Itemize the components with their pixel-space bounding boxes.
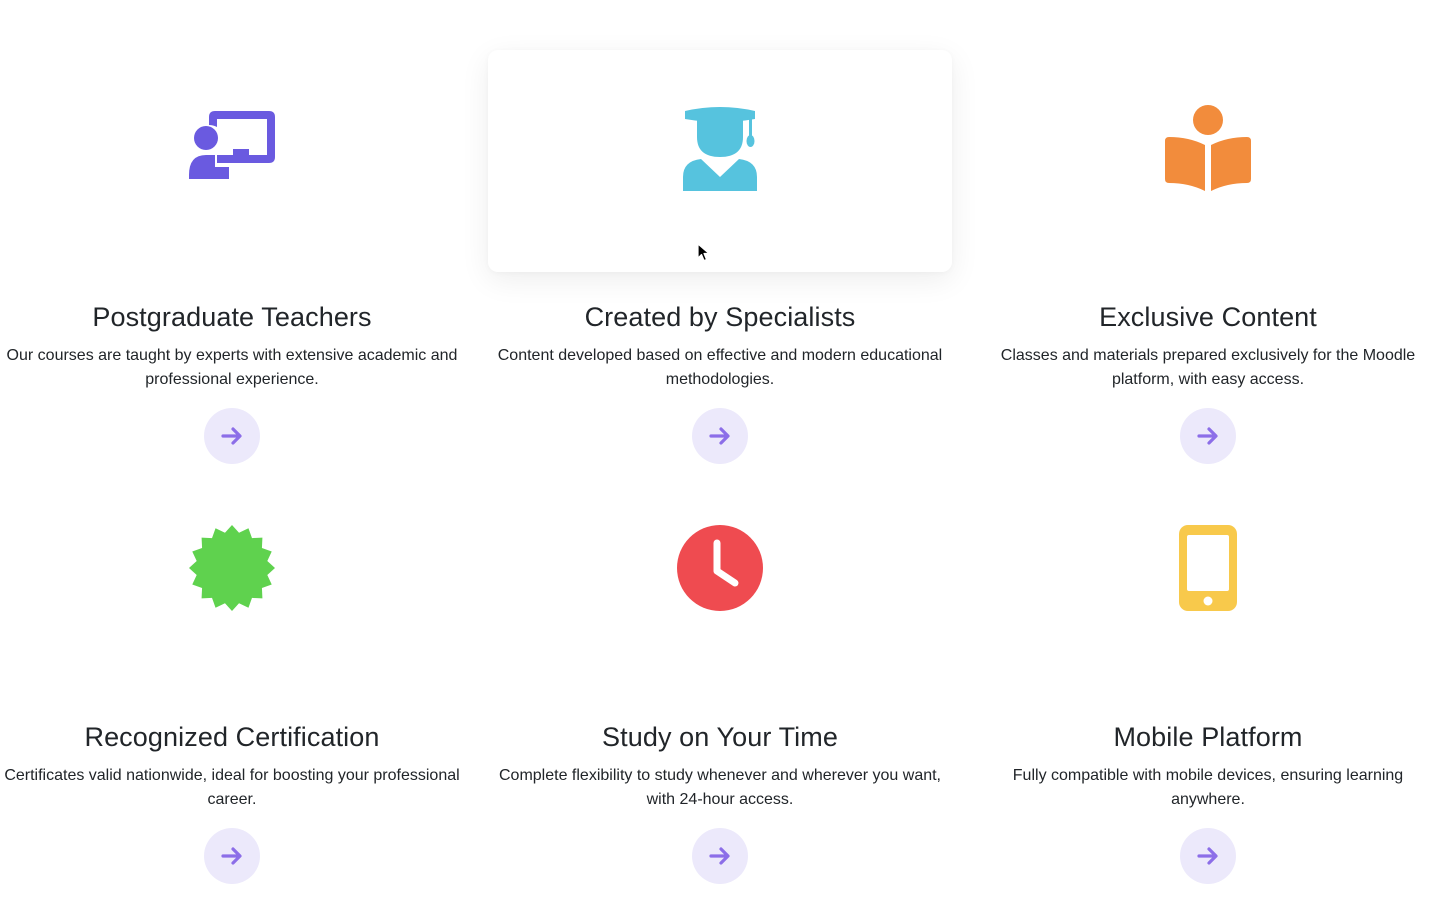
feature-title: Study on Your Time <box>602 722 838 752</box>
feature-description: Our courses are taught by experts with e… <box>6 347 458 388</box>
arrow-right-icon <box>709 847 730 865</box>
arrow-button[interactable] <box>204 828 260 884</box>
book-reader-icon <box>1165 105 1251 191</box>
arrow-right-icon <box>1197 427 1218 445</box>
arrow-right-icon <box>709 427 730 445</box>
arrow-button[interactable] <box>692 408 748 464</box>
icon-box <box>976 50 1440 272</box>
icon-box <box>488 470 952 692</box>
mobile-icon <box>1179 525 1237 611</box>
icon-box <box>0 50 464 272</box>
arrow-button[interactable] <box>1180 408 1236 464</box>
teacher-presentation-icon <box>189 111 275 179</box>
clock-icon <box>677 525 763 611</box>
feature-title: Postgraduate Teachers <box>92 302 372 332</box>
feature-title: Recognized Certification <box>84 722 380 752</box>
feature-title: Created by Specialists <box>584 302 856 332</box>
icon-box <box>976 470 1440 692</box>
feature-title: Exclusive Content <box>1099 302 1317 332</box>
arrow-button[interactable] <box>204 408 260 464</box>
features-grid: Postgraduate Teachers Our courses are ta… <box>0 0 1440 900</box>
graduate-icon <box>683 107 757 191</box>
certificate-badge-icon <box>189 525 275 611</box>
mouse-cursor-icon <box>697 243 710 262</box>
arrow-right-icon <box>221 847 242 865</box>
feature-description: Classes and materials prepared exclusive… <box>1000 347 1416 388</box>
icon-box[interactable] <box>488 50 952 272</box>
icon-box <box>0 470 464 692</box>
feature-description: Fully compatible with mobile devices, en… <box>1012 767 1404 808</box>
arrow-button[interactable] <box>1180 828 1236 884</box>
feature-description: Content developed based on effective and… <box>497 347 943 388</box>
feature-description: Certificates valid nationwide, ideal for… <box>4 767 460 808</box>
feature-description: Complete flexibility to study whenever a… <box>499 767 941 808</box>
arrow-button[interactable] <box>692 828 748 884</box>
arrow-right-icon <box>1197 847 1218 865</box>
feature-title: Mobile Platform <box>1113 722 1303 752</box>
arrow-right-icon <box>221 427 242 445</box>
